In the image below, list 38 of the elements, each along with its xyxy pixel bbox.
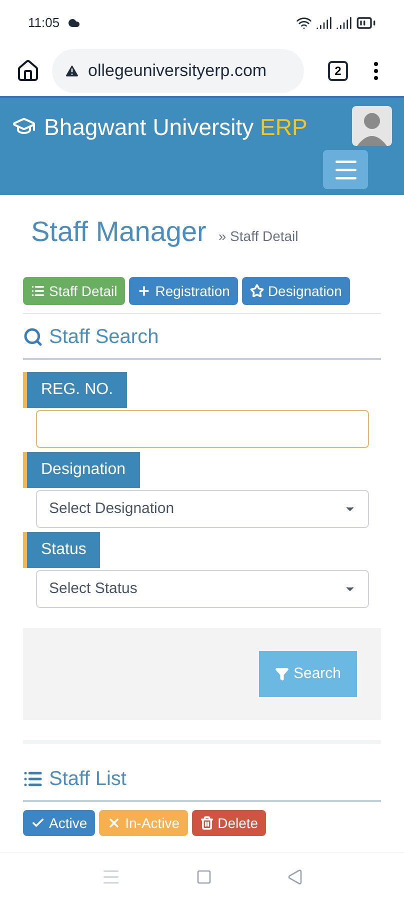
check-icon — [31, 816, 45, 830]
search-icon — [23, 327, 43, 347]
list-icon — [23, 769, 43, 789]
clock: 11:05 — [28, 14, 60, 32]
select-field[interactable]: Select Designation — [36, 490, 369, 528]
action-button[interactable]: Active — [23, 810, 96, 836]
warning-icon — [64, 63, 80, 79]
list-icon — [31, 284, 45, 298]
star-icon — [250, 284, 264, 298]
field-label: REG. NO. — [23, 372, 128, 408]
plus-icon — [137, 284, 152, 298]
tab-count-button[interactable]: 2 — [328, 61, 348, 81]
select-field[interactable]: Select Status — [36, 570, 369, 608]
section-title: Staff Search — [49, 325, 159, 350]
cloud-icon — [68, 17, 80, 29]
page-title: Staff Manager — [31, 215, 206, 249]
menu-button[interactable] — [323, 150, 368, 189]
nav-button[interactable]: Designation — [242, 277, 350, 305]
nav-button[interactable]: Registration — [129, 277, 238, 305]
reg-no-field[interactable] — [36, 410, 369, 448]
trash-icon — [200, 816, 214, 830]
section-title: Staff List — [49, 767, 126, 792]
signal-icon — [316, 15, 332, 31]
signal-icon — [336, 15, 352, 31]
search-button[interactable]: Search — [259, 651, 357, 697]
cross-icon — [107, 816, 122, 830]
brand-title[interactable]: Bhagwant University ERP — [44, 110, 308, 144]
nav-button[interactable]: Staff Detail — [23, 277, 126, 305]
avatar[interactable] — [352, 106, 392, 146]
action-button[interactable]: Delete — [192, 810, 266, 836]
wifi-icon — [296, 15, 312, 31]
breadcrumb: » Staff Detail — [218, 227, 298, 246]
filter-icon — [275, 667, 290, 681]
address-bar[interactable]: ollegeuniversityerp.com — [52, 49, 304, 93]
field-label: Status — [23, 532, 100, 568]
home-icon[interactable] — [16, 59, 40, 83]
field-label: Designation — [23, 452, 140, 488]
back-icon[interactable] — [286, 868, 303, 884]
